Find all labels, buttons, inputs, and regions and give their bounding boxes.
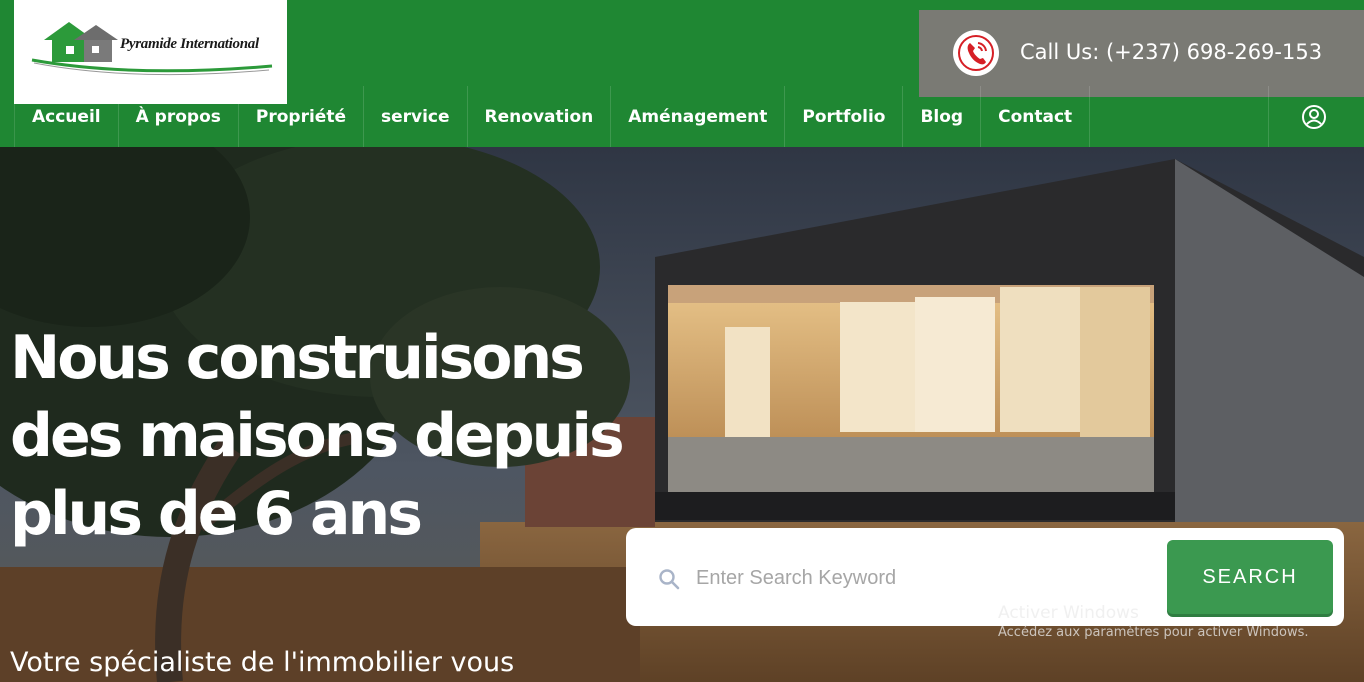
logo-text: Pyramide International [120,36,259,52]
hero-section: Nous construisons des maisons depuis plu… [0,147,1364,682]
phone-icon [953,30,999,76]
nav-item-accueil[interactable]: Accueil [15,86,119,147]
nav-item-amenagement[interactable]: Aménagement [611,86,786,147]
nav-item-propriete[interactable]: Propriété [239,86,364,147]
main-nav: Accueil À propos Propriété service Renov… [14,86,1091,147]
search-input[interactable] [696,558,1146,598]
site-header: Pyramide International Call Us: (+237) 6… [0,0,1364,147]
windows-activation-watermark: Activer Windows Accédez aux paramètres p… [998,603,1309,640]
nav-item-portfolio[interactable]: Portfolio [785,86,904,147]
nav-item-a-propos[interactable]: À propos [119,86,239,147]
hero-subline: Votre spécialiste de l'immobilier vous [10,647,515,678]
watermark-title: Activer Windows [998,603,1139,623]
user-account-button[interactable] [1268,86,1364,147]
nav-item-renovation[interactable]: Renovation [468,86,612,147]
nav-item-contact[interactable]: Contact [981,86,1091,147]
nav-item-blog[interactable]: Blog [903,86,982,147]
call-us-text[interactable]: Call Us: (+237) 698-269-153 [1020,40,1322,64]
nav-item-service[interactable]: service [364,86,468,147]
hero-headline: Nous construisons des maisons depuis plu… [10,323,625,549]
user-circle-icon [1301,104,1326,129]
watermark-subtitle: Accédez aux paramètres pour activer Wind… [998,625,1309,640]
search-icon [659,569,680,590]
